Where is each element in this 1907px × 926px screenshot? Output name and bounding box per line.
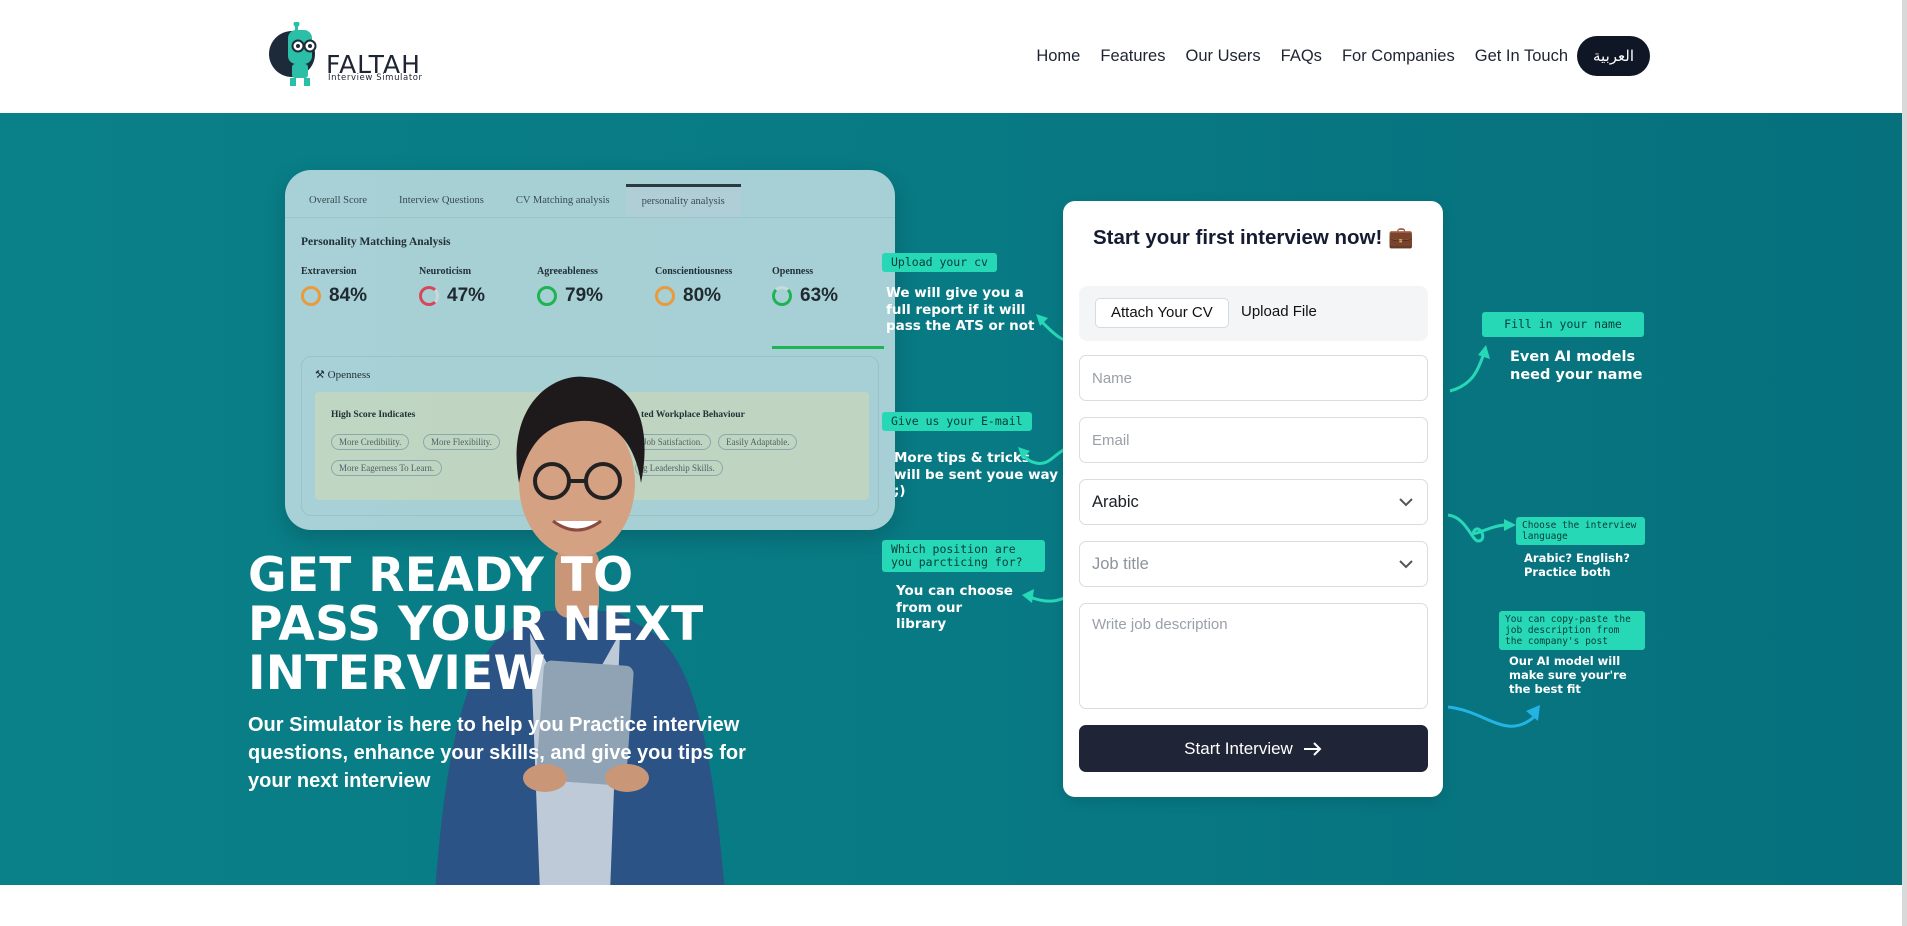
openness-icon: ⚒	[315, 369, 328, 381]
arrow-right-icon	[1303, 741, 1322, 756]
chevron-down-icon	[1399, 560, 1413, 569]
annotation-note-language: Arabic? English? Practice both	[1524, 551, 1630, 579]
dashboard-tabs: Overall Score Interview Questions CV Mat…	[285, 184, 895, 218]
annotation-note-position: You can choose from our library	[896, 583, 1013, 632]
nav-features[interactable]: Features	[1100, 36, 1165, 76]
hero-section: Overall Score Interview Questions CV Mat…	[0, 113, 1907, 885]
metric-openness: Openness 63%	[772, 266, 839, 306]
dash-tab-overall: Overall Score	[309, 195, 368, 206]
annotation-tag-description: You can copy-paste the job description f…	[1499, 611, 1645, 650]
main-nav: Home Features Our Users FAQs For Compani…	[1016, 36, 1650, 76]
metric-conscientiousness: Conscientiousness 80%	[655, 266, 733, 306]
metric-neuroticism: Neuroticism 47%	[419, 266, 486, 306]
language-toggle-button[interactable]: العربية	[1577, 36, 1650, 76]
openness-panel-title: ⚒ Openness	[315, 369, 371, 381]
score-ring-icon	[301, 286, 321, 306]
nav-home[interactable]: Home	[1036, 36, 1080, 76]
score-ring-icon	[655, 286, 675, 306]
job-title-select[interactable]: Job title	[1079, 541, 1428, 587]
hero-headline: GET READY TO PASS YOUR NEXT INTERVIEW	[248, 548, 704, 701]
name-field[interactable]: Name	[1079, 355, 1428, 401]
metric-extraversion: Extraversion 84%	[301, 266, 368, 306]
page-below-hero	[0, 885, 1907, 926]
email-field[interactable]: Email	[1079, 417, 1428, 463]
interview-form-card: Start your first interview now! 💼 Attach…	[1063, 201, 1443, 797]
score-ring-icon	[537, 286, 557, 306]
annotation-tag-name: Fill in your name	[1482, 312, 1644, 337]
annotation-tag-position: Which position are you parcticing for?	[882, 540, 1045, 572]
chevron-down-icon	[1399, 498, 1413, 507]
faltah-logo[interactable]: FALTAH Interview Simulator	[268, 22, 438, 88]
dash-tab-questions: Interview Questions	[399, 195, 484, 206]
score-ring-icon	[419, 286, 439, 306]
annotation-tag-email: Give us your E-mail	[882, 412, 1032, 431]
dash-tab-cv: CV Matching analysis	[515, 195, 610, 206]
nav-our-users[interactable]: Our Users	[1185, 36, 1260, 76]
language-select[interactable]: Arabic	[1079, 479, 1428, 525]
logo-subtitle: Interview Simulator	[328, 73, 423, 83]
nav-faqs[interactable]: FAQs	[1281, 36, 1322, 76]
dashboard-title: Personality Matching Analysis	[301, 236, 451, 248]
nav-get-in-touch[interactable]: Get In Touch	[1475, 36, 1568, 76]
curly-arrow-icon	[1447, 513, 1516, 543]
annotation-tag-upload: Upload your cv	[882, 253, 997, 272]
job-description-textarea[interactable]: Write job description	[1079, 603, 1428, 709]
metric-agreeableness: Agreeableness 79%	[537, 266, 604, 306]
robot-logo-icon	[269, 22, 317, 86]
curly-arrow-icon	[1449, 345, 1490, 393]
annotation-tag-language: Choose the interview language	[1516, 517, 1645, 545]
attach-cv-button[interactable]: Attach Your CV	[1095, 298, 1229, 328]
page-scrollbar[interactable]	[1902, 0, 1907, 926]
annotation-note-description: Our AI model will make sure your're the …	[1509, 654, 1627, 696]
upload-file-label[interactable]: Upload File	[1241, 303, 1317, 320]
dash-tab-personality: personality analysis	[625, 184, 741, 217]
start-interview-button[interactable]: Start Interview	[1079, 725, 1428, 772]
active-metric-underline	[772, 346, 884, 349]
form-title: Start your first interview now! 💼	[1093, 226, 1414, 249]
curly-arrow-icon	[1447, 705, 1540, 728]
score-ring-icon	[772, 286, 792, 306]
hero-subtext: Our Simulator is here to help you Practi…	[248, 714, 746, 792]
annotation-note-name: Even AI models need your name	[1510, 349, 1643, 383]
cv-upload-row: Attach Your CV Upload File	[1079, 286, 1428, 341]
annotation-note-upload: We will give you a full report if it wil…	[886, 285, 1035, 334]
nav-for-companies[interactable]: For Companies	[1342, 36, 1455, 76]
site-header: FALTAH Interview Simulator Home Features…	[0, 0, 1907, 113]
